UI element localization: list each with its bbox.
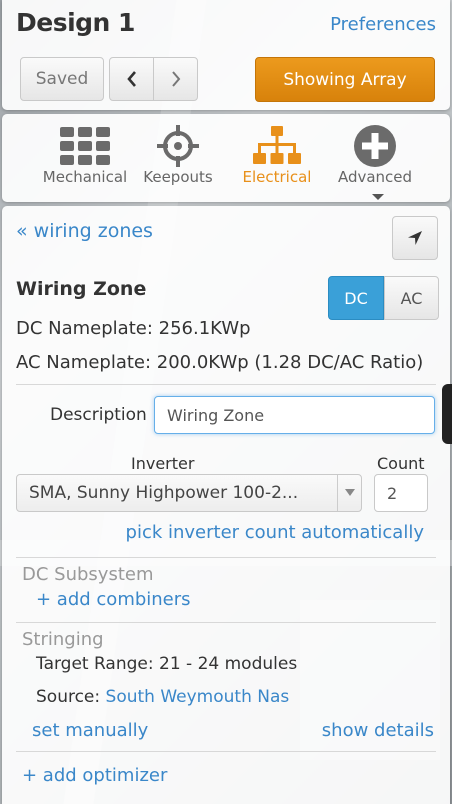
grid-icon xyxy=(60,127,110,165)
design-title: Design 1 xyxy=(16,8,135,37)
back-to-wiring-zones-link[interactable]: « wiring zones xyxy=(16,220,153,242)
caret-down-icon xyxy=(372,194,384,200)
count-label: Count xyxy=(377,454,425,473)
dropdown-arrow-icon xyxy=(337,475,361,511)
plus-circle-icon xyxy=(354,125,396,167)
pick-inverter-count-link[interactable]: pick inverter count automatically xyxy=(126,522,424,543)
location-arrow-icon xyxy=(408,231,422,245)
showing-array-button[interactable]: Showing Array xyxy=(255,57,435,102)
tree-icon xyxy=(253,126,301,164)
chevron-left-icon xyxy=(126,71,136,87)
tab-label: Keepouts xyxy=(143,168,213,186)
saved-button[interactable]: Saved xyxy=(20,57,104,101)
dc-subsystem-heading: DC Subsystem xyxy=(22,564,154,585)
set-manually-link[interactable]: set manually xyxy=(32,720,148,741)
stringing-heading: Stringing xyxy=(22,629,104,650)
tab-mechanical[interactable]: Mechanical xyxy=(35,124,135,186)
source-link[interactable]: South Weymouth Nas xyxy=(106,687,290,707)
target-range: Target Range: 21 - 24 modules xyxy=(36,654,298,674)
add-combiners-link[interactable]: + add combiners xyxy=(36,589,191,610)
wiring-zone-title: Wiring Zone xyxy=(16,278,147,300)
divider xyxy=(16,557,436,558)
divider xyxy=(16,751,436,752)
inverter-count-input[interactable] xyxy=(374,474,428,512)
tab-keepouts[interactable]: Keepouts xyxy=(128,124,228,186)
tab-advanced[interactable]: Advanced xyxy=(325,124,425,186)
wiring-zone-panel: « wiring zones Wiring Zone DC AC DC Name… xyxy=(2,206,452,804)
tab-label: Mechanical xyxy=(42,168,128,186)
inverter-label: Inverter xyxy=(131,454,195,473)
ac-nameplate: AC Nameplate: 200.0KWp (1.28 DC/AC Ratio… xyxy=(16,352,424,373)
side-panel-handle[interactable] xyxy=(442,384,452,444)
next-button[interactable] xyxy=(153,57,198,101)
dc-nameplate: DC Nameplate: 256.1KWp xyxy=(16,318,251,339)
description-label: Description xyxy=(50,405,147,425)
dc-toggle[interactable]: DC xyxy=(328,276,384,320)
tab-label: Advanced xyxy=(337,168,413,186)
add-optimizer-link[interactable]: + add optimizer xyxy=(22,765,167,786)
divider xyxy=(16,622,436,623)
stringing-source: Source: South Weymouth Nas xyxy=(36,687,289,707)
tab-electrical[interactable]: Electrical xyxy=(227,124,327,186)
chevron-right-icon xyxy=(171,71,180,87)
inverter-select[interactable]: SMA, Sunny Highpower 100-2... xyxy=(16,474,362,512)
description-input[interactable] xyxy=(154,396,435,434)
preferences-link[interactable]: Preferences xyxy=(330,14,436,35)
ac-toggle[interactable]: AC xyxy=(384,276,439,320)
source-label: Source: xyxy=(36,687,101,707)
crosshair-icon xyxy=(157,125,199,167)
locate-button[interactable] xyxy=(392,216,438,260)
show-details-link[interactable]: show details xyxy=(322,720,434,741)
previous-button[interactable] xyxy=(109,57,154,101)
mode-tabs-panel: Mechanical Keepouts Electrical Advanced xyxy=(2,114,450,202)
tab-label: Electrical xyxy=(242,168,312,186)
header-panel: Design 1 Preferences Saved Showing Array xyxy=(2,0,450,110)
divider xyxy=(16,384,436,385)
inverter-value: SMA, Sunny Highpower 100-2... xyxy=(29,483,299,503)
